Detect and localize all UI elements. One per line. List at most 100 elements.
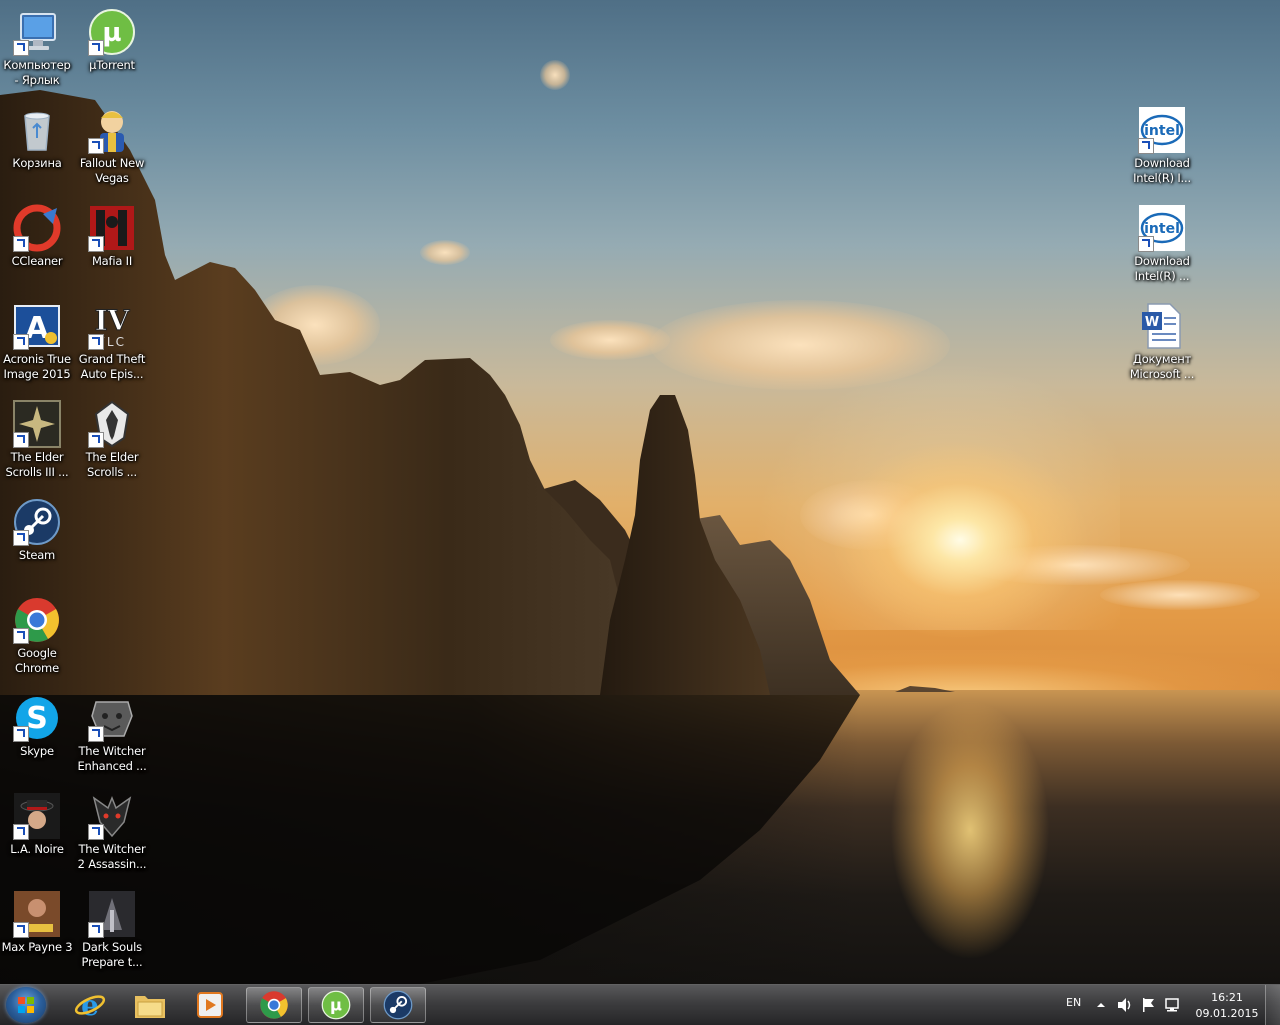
internet-explorer-icon: e (74, 989, 106, 1021)
desktop-icon-dark-souls-shortcut[interactable]: Dark Souls Prepare t... (75, 884, 149, 978)
desktop-icon-label: Max Payne 3 (1, 940, 73, 954)
clock[interactable]: 16:21 09.01.2015 (1192, 989, 1262, 1023)
gta-iv-icon: IV FLC (88, 302, 136, 350)
intel-icon: intel (1138, 106, 1186, 154)
desktop-icon-label: Корзина (12, 156, 62, 170)
desktop-icon-intel-download-2[interactable]: intel Download Intel(R) ... (1125, 198, 1199, 292)
shortcut-arrow-icon (13, 40, 29, 56)
desktop-icon-label: CCleaner (11, 254, 63, 268)
desktop-icon-witcher-1-shortcut[interactable]: The Witcher Enhanced ... (75, 688, 149, 782)
desktop-icon-gta-4-shortcut[interactable]: IV FLC Grand Theft Auto Epis... (75, 296, 149, 390)
shortcut-arrow-icon (88, 824, 104, 840)
windows-start-icon (18, 997, 34, 1013)
clock-time: 16:21 (1211, 991, 1243, 1004)
acronis-icon: A (13, 302, 61, 350)
show-hidden-icons-icon[interactable] (1096, 1000, 1106, 1010)
desktop-icon-la-noire-shortcut[interactable]: L.A. Noire (0, 786, 74, 880)
start-button[interactable] (6, 987, 46, 1023)
taskbar: e µ EN 16:21 09.01.2015 (0, 984, 1280, 1025)
desktop-icon-fallout-nv-shortcut[interactable]: Fallout New Vegas (75, 100, 149, 194)
desktop-icon-label: Skype (20, 744, 54, 758)
dark-souls-icon (88, 890, 136, 938)
desktop-icon-computer-shortcut[interactable]: Компьютер - Ярлык (0, 2, 74, 96)
svg-text:S: S (26, 701, 48, 736)
shortcut-arrow-icon (13, 922, 29, 938)
desktop-icon-mafia-2-shortcut[interactable]: Mafia II (75, 198, 149, 292)
fallout-icon (88, 106, 136, 154)
desktop-icon-chrome-shortcut[interactable]: Google Chrome (0, 590, 74, 684)
volume-icon[interactable] (1116, 996, 1134, 1014)
steam-icon (383, 990, 413, 1020)
desktop-icon-utorrent-shortcut[interactable]: µ µTorrent (75, 2, 149, 96)
taskbar-google-chrome[interactable] (246, 987, 302, 1023)
shortcut-arrow-icon (1138, 138, 1154, 154)
desktop-icon-label: Grand Theft Auto Epis... (78, 352, 146, 381)
action-center-flag-icon[interactable] (1140, 996, 1158, 1014)
desktop-icon-elder-scrolls-3-shortcut[interactable]: The Elder Scrolls III ... (0, 394, 74, 488)
shortcut-arrow-icon (13, 530, 29, 546)
shortcut-arrow-icon (13, 726, 29, 742)
desktop-icon-witcher-2-shortcut[interactable]: The Witcher 2 Assassin... (75, 786, 149, 880)
shortcut-arrow-icon (88, 726, 104, 742)
witcher2-icon (88, 792, 136, 840)
desktop-icon-elder-scrolls-5-shortcut[interactable]: The Elder Scrolls ... (75, 394, 149, 488)
shortcut-arrow-icon (88, 138, 104, 154)
desktop-icon-label: Steam (18, 548, 56, 562)
clock-date: 09.01.2015 (1195, 1007, 1259, 1020)
media-player-icon (197, 992, 223, 1018)
taskbar-utorrent[interactable]: µ (308, 987, 364, 1023)
desktop-icon-label: The Witcher Enhanced ... (77, 744, 147, 773)
shortcut-arrow-icon (13, 628, 29, 644)
ccleaner-icon (13, 204, 61, 252)
taskbar-windows-explorer[interactable] (122, 987, 178, 1023)
desktop-icon-recycle-bin[interactable]: Корзина (0, 100, 74, 194)
skyrim-icon (88, 400, 136, 448)
show-desktop-button[interactable] (1265, 985, 1280, 1025)
svg-text:intel: intel (1144, 123, 1180, 139)
taskbar-media-player[interactable] (182, 987, 238, 1023)
svg-text:µ: µ (330, 996, 342, 1015)
intel-icon: intel (1138, 204, 1186, 252)
shortcut-arrow-icon (13, 334, 29, 350)
svg-text:e: e (81, 989, 99, 1021)
desktop-icon-label: Download Intel(R) I... (1133, 156, 1191, 185)
desktop-icon-skype-shortcut[interactable]: S Skype (0, 688, 74, 782)
desktop-icon-ccleaner-shortcut[interactable]: CCleaner (0, 198, 74, 292)
shortcut-arrow-icon (1138, 236, 1154, 252)
shortcut-arrow-icon (88, 40, 104, 56)
desktop-icon-label: Компьютер - Ярлык (3, 58, 71, 87)
desktop-icon-max-payne-3-shortcut[interactable]: Max Payne 3 (0, 884, 74, 978)
desktop-icon-label: L.A. Noire (10, 842, 64, 856)
desktop-icon-acronis-shortcut[interactable]: A Acronis True Image 2015 (0, 296, 74, 390)
desktop-icon-label: Mafia II (91, 254, 133, 268)
desktop-icon-word-document[interactable]: W Документ Microsoft ... (1125, 296, 1199, 390)
desktop-icon-label: µTorrent (89, 58, 135, 72)
svg-text:W: W (1145, 315, 1159, 330)
computer-icon (13, 8, 61, 56)
svg-text:µ: µ (102, 18, 121, 48)
desktop-icon-intel-download-1[interactable]: intel Download Intel(R) I... (1125, 100, 1199, 194)
desktop-icon-label: The Elder Scrolls ... (85, 450, 139, 479)
morrowind-icon (13, 400, 61, 448)
desktop-icon-label: The Elder Scrolls III ... (5, 450, 69, 479)
shortcut-arrow-icon (13, 432, 29, 448)
folder-icon (135, 996, 165, 1018)
desktop-icon-label: Download Intel(R) ... (1134, 254, 1190, 283)
desktop[interactable]: Компьютер - Ярлык Корзина CCleaner A Acr… (0, 0, 1280, 984)
chrome-icon (13, 596, 61, 644)
network-icon[interactable] (1164, 996, 1182, 1014)
shortcut-arrow-icon (88, 922, 104, 938)
desktop-icon-label: Fallout New Vegas (79, 156, 145, 185)
svg-text:intel: intel (1144, 221, 1180, 237)
svg-text:IV: IV (95, 304, 131, 337)
word-document-icon: W (1138, 302, 1186, 350)
shortcut-arrow-icon (88, 432, 104, 448)
skype-icon: S (13, 694, 61, 742)
taskbar-steam[interactable] (370, 987, 426, 1023)
desktop-icon-label: The Witcher 2 Assassin... (77, 842, 147, 871)
taskbar-internet-explorer[interactable]: e (62, 987, 118, 1023)
steam-icon (13, 498, 61, 546)
desktop-icon-steam-shortcut[interactable]: Steam (0, 492, 74, 586)
mafia-icon (88, 204, 136, 252)
language-indicator[interactable]: EN (1066, 996, 1081, 1009)
